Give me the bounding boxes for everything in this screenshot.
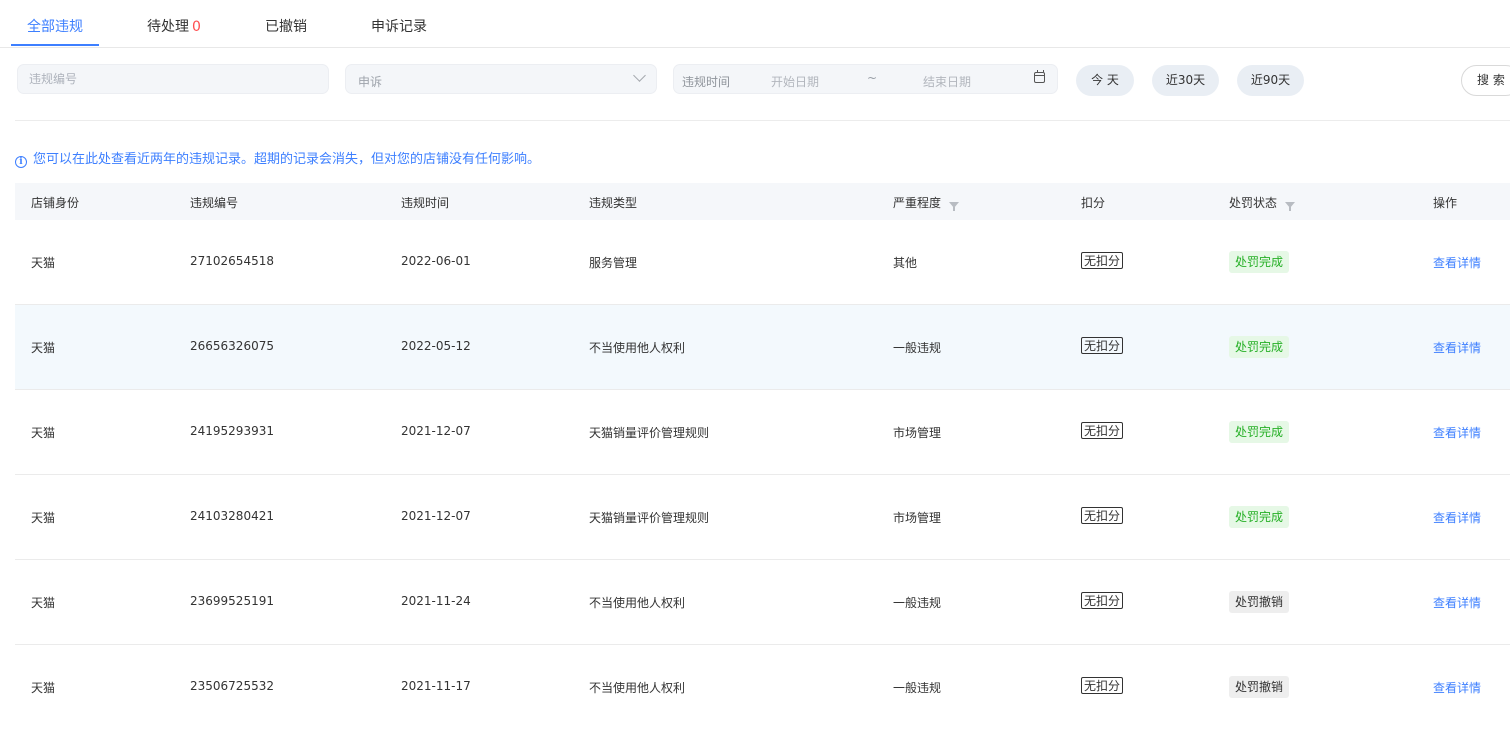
table-row: 天猫 27102654518 2022-06-01 服务管理 其他 无扣分 处罚…	[15, 220, 1510, 305]
type-select[interactable]: 申诉	[345, 64, 657, 94]
column-header-violation-id: 违规编号	[190, 196, 239, 210]
status-badge: 处罚完成	[1229, 421, 1290, 443]
violation-id-input[interactable]	[18, 65, 328, 93]
deduction-tag: 无扣分	[1081, 252, 1124, 269]
cell-violation-id: 26656326075	[190, 339, 274, 353]
tab-all-violations[interactable]: 全部违规	[27, 16, 83, 36]
cell-identity: 天猫	[31, 426, 56, 440]
type-select-value: 申诉	[358, 75, 383, 89]
status-badge: 处罚撤销	[1229, 591, 1290, 613]
end-date-input[interactable]: 结束日期	[923, 73, 971, 90]
table-row: 天猫 24103280421 2021-12-07 天猫销量评价管理规则 市场管…	[15, 475, 1510, 560]
active-tab-indicator	[11, 44, 99, 46]
cell-identity: 天猫	[31, 511, 56, 525]
start-date-input[interactable]: 开始日期	[771, 73, 819, 90]
info-notice-text: 您可以在此处查看近两年的违规记录。超期的记录会消失，但对您的店铺没有任何影响。	[33, 152, 541, 167]
severity-header-label: 严重程度	[893, 196, 942, 210]
cell-severity: 一般违规	[893, 596, 942, 610]
tab-bar: 全部违规 待处理 0 已撤销 申诉记录	[0, 0, 1510, 48]
last-30-days-button[interactable]: 近30天	[1152, 65, 1219, 96]
table-row: 天猫 23506725532 2021-11-17 不当使用他人权利 一般违规 …	[15, 645, 1510, 730]
column-header-identity: 店铺身份	[31, 196, 80, 210]
today-button[interactable]: 今 天	[1076, 65, 1134, 96]
column-header-severity: 严重程度	[893, 194, 960, 211]
tab-pending[interactable]: 待处理 0	[147, 16, 201, 36]
view-details-link[interactable]: 查看详情	[1433, 679, 1481, 696]
cell-violation-time: 2021-11-24	[401, 594, 471, 608]
pending-count-badge: 0	[192, 19, 201, 35]
cell-violation-type: 天猫销量评价管理规则	[589, 426, 710, 440]
cell-violation-id: 24195293931	[190, 424, 274, 438]
tab-pending-label: 待处理	[147, 19, 189, 35]
severity-filter-icon[interactable]	[949, 202, 960, 211]
cell-violation-time: 2021-11-17	[401, 679, 471, 693]
tab-revoked[interactable]: 已撤销	[265, 16, 307, 36]
column-header-action: 操作	[1433, 196, 1458, 210]
column-header-deduction: 扣分	[1081, 196, 1106, 210]
deduction-tag: 无扣分	[1081, 337, 1124, 354]
cell-severity: 市场管理	[893, 426, 942, 440]
status-filter-icon[interactable]	[1285, 202, 1296, 211]
deduction-tag: 无扣分	[1081, 507, 1124, 524]
view-details-link[interactable]: 查看详情	[1433, 339, 1481, 356]
view-details-link[interactable]: 查看详情	[1433, 254, 1481, 271]
cell-violation-type: 不当使用他人权利	[589, 341, 686, 355]
date-range-label: 违规时间	[682, 75, 731, 89]
cell-identity: 天猫	[31, 596, 56, 610]
date-range-picker[interactable]: 违规时间 开始日期 ~ 结束日期	[673, 64, 1058, 94]
table-row: 天猫 26656326075 2022-05-12 不当使用他人权利 一般违规 …	[15, 305, 1510, 390]
table-row: 天猫 23699525191 2021-11-24 不当使用他人权利 一般违规 …	[15, 560, 1510, 645]
cell-violation-type: 不当使用他人权利	[589, 596, 686, 610]
table-row: 天猫 24195293931 2021-12-07 天猫销量评价管理规则 市场管…	[15, 390, 1510, 475]
column-header-violation-type: 违规类型	[589, 196, 638, 210]
cell-severity: 市场管理	[893, 511, 942, 525]
cell-severity: 其他	[893, 256, 918, 270]
cell-identity: 天猫	[31, 256, 56, 270]
cell-severity: 一般违规	[893, 681, 942, 695]
cell-violation-id: 23699525191	[190, 594, 274, 608]
view-details-link[interactable]: 查看详情	[1433, 509, 1481, 526]
cell-violation-time: 2022-05-12	[401, 339, 471, 353]
chevron-down-icon	[633, 69, 646, 82]
search-button[interactable]: 搜 索	[1461, 65, 1510, 96]
view-details-link[interactable]: 查看详情	[1433, 424, 1481, 441]
status-badge: 处罚撤销	[1229, 676, 1290, 698]
deduction-tag: 无扣分	[1081, 422, 1124, 439]
info-icon: i	[15, 156, 27, 168]
info-notice: i 您可以在此处查看近两年的违规记录。超期的记录会消失，但对您的店铺没有任何影响。	[15, 148, 540, 168]
date-range-separator: ~	[867, 71, 878, 85]
status-header-label: 处罚状态	[1229, 196, 1278, 210]
cell-identity: 天猫	[31, 681, 56, 695]
column-header-penalty-status: 处罚状态	[1229, 194, 1296, 211]
status-badge: 处罚完成	[1229, 336, 1290, 358]
cell-violation-time: 2021-12-07	[401, 424, 471, 438]
filter-divider	[15, 120, 1510, 121]
cell-severity: 一般违规	[893, 341, 942, 355]
cell-violation-type: 服务管理	[589, 256, 638, 270]
view-details-link[interactable]: 查看详情	[1433, 594, 1481, 611]
table-header: 店铺身份 违规编号 违规时间 违规类型 严重程度 扣分 处罚状态 操作	[15, 183, 1510, 220]
violation-id-field-wrapper	[17, 64, 329, 94]
cell-identity: 天猫	[31, 341, 56, 355]
cell-violation-id: 23506725532	[190, 679, 274, 693]
cell-violation-type: 不当使用他人权利	[589, 681, 686, 695]
deduction-tag: 无扣分	[1081, 677, 1124, 694]
column-header-violation-time: 违规时间	[401, 196, 450, 210]
status-badge: 处罚完成	[1229, 251, 1290, 273]
cell-violation-id: 27102654518	[190, 254, 274, 268]
cell-violation-type: 天猫销量评价管理规则	[589, 511, 710, 525]
cell-violation-id: 24103280421	[190, 509, 274, 523]
deduction-tag: 无扣分	[1081, 592, 1124, 609]
last-90-days-button[interactable]: 近90天	[1237, 65, 1304, 96]
cell-violation-time: 2022-06-01	[401, 254, 471, 268]
calendar-icon[interactable]	[1034, 70, 1045, 83]
tab-appeal-records[interactable]: 申诉记录	[371, 16, 427, 36]
status-badge: 处罚完成	[1229, 506, 1290, 528]
cell-violation-time: 2021-12-07	[401, 509, 471, 523]
